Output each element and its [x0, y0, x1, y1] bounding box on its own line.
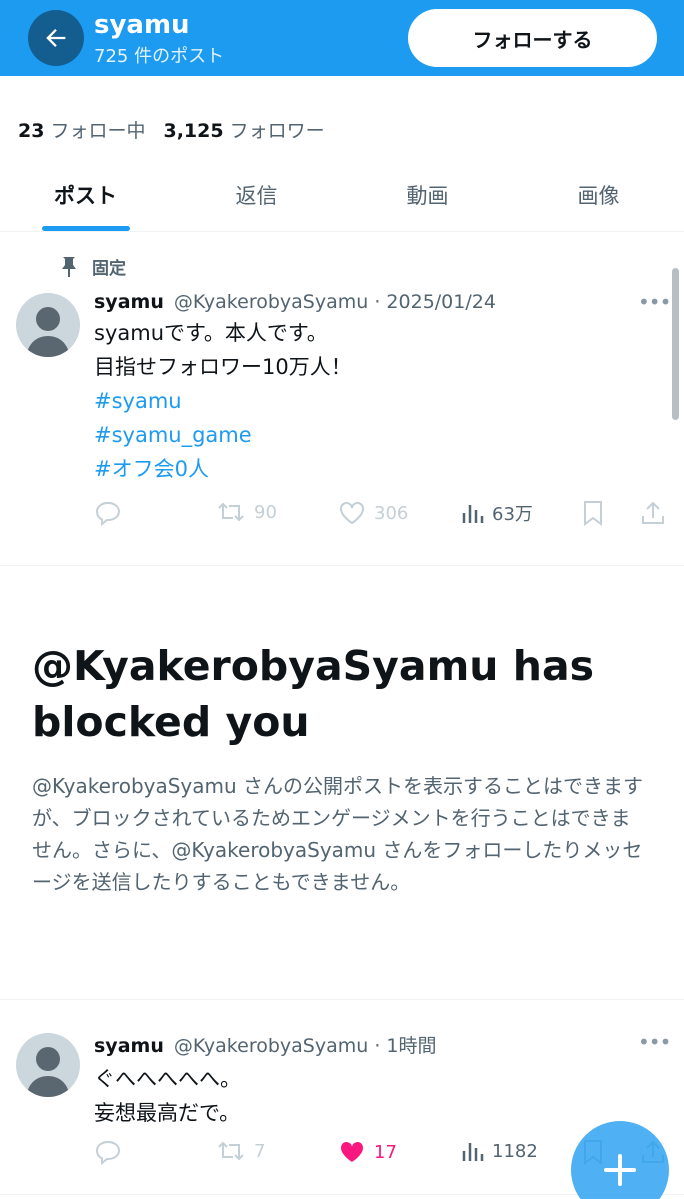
tab-label: ポスト — [54, 183, 117, 208]
repost-button[interactable]: 7 — [216, 1139, 265, 1163]
profile-tabs: ポスト 返信 動画 画像 — [0, 158, 684, 232]
reply-icon — [95, 1140, 121, 1165]
repost-icon — [218, 502, 244, 522]
post-line: ぐへへへへへ。 — [94, 1067, 241, 1091]
post-text: ぐへへへへへ。 妄想最高だで。 — [94, 1062, 241, 1130]
bookmark-button[interactable] — [582, 500, 604, 526]
tab-posts[interactable]: ポスト — [0, 158, 171, 231]
avatar[interactable] — [16, 1033, 80, 1097]
header-name: syamu — [94, 10, 190, 40]
hashtag-link[interactable]: #syamu_game — [94, 418, 352, 452]
like-count: 306 — [374, 502, 409, 524]
back-arrow-icon — [46, 29, 66, 47]
followers-link[interactable]: 3,125 フォロワー — [163, 116, 324, 143]
calendar-icon — [19, 76, 37, 92]
blocked-title: @KyakerobyaSyamu has blocked you — [32, 642, 595, 746]
repost-icon — [218, 1141, 244, 1161]
reply-button[interactable] — [94, 500, 122, 526]
tab-label: 返信 — [235, 183, 278, 208]
default-avatar-icon — [26, 307, 70, 357]
share-button[interactable] — [640, 500, 666, 526]
author-name[interactable]: syamu — [94, 1035, 164, 1057]
repost-count: 90 — [254, 501, 277, 523]
back-button[interactable] — [28, 10, 84, 66]
pin-icon — [62, 256, 76, 277]
pinned-indicator: 固定 — [60, 254, 126, 279]
views-button[interactable]: 63万 — [460, 500, 533, 526]
views-button[interactable]: 1182 — [460, 1139, 538, 1163]
post-actions: 90 306 63万 — [94, 500, 669, 534]
post-date[interactable]: · 2025/01/24 — [374, 291, 496, 313]
author-name[interactable]: syamu — [94, 291, 164, 313]
reply-icon — [95, 501, 121, 526]
pinned-label: 固定 — [92, 259, 126, 279]
followers-count: 3,125 — [163, 120, 224, 142]
like-button[interactable]: 17 — [338, 1139, 397, 1165]
hashtag-link[interactable]: #オフ会0人 — [94, 452, 352, 486]
views-icon — [462, 505, 484, 523]
post-header: syamu @KyakerobyaSyamu · 2025/01/24 — [94, 291, 496, 313]
post-header: syamu @KyakerobyaSyamu · 1時間 — [94, 1031, 437, 1058]
active-tab-indicator — [41, 226, 130, 231]
following-link[interactable]: 23 フォロー中 — [18, 116, 145, 143]
tab-replies[interactable]: 返信 — [171, 158, 342, 231]
header-post-count: 725 件のポスト — [94, 46, 225, 67]
tab-videos[interactable]: 動画 — [342, 158, 513, 231]
views-icon — [462, 1143, 484, 1161]
divider — [0, 999, 684, 1000]
post-time[interactable]: · 1時間 — [374, 1035, 436, 1057]
author-handle[interactable]: @KyakerobyaSyamu — [174, 1035, 368, 1057]
reply-button[interactable] — [94, 1139, 122, 1165]
compose-plus-icon — [604, 1154, 636, 1186]
repost-button[interactable]: 90 — [216, 500, 277, 524]
following-count: 23 — [18, 120, 45, 142]
scrollbar[interactable] — [672, 268, 679, 420]
like-icon — [340, 1141, 364, 1162]
post-line: 妄想最高だで。 — [94, 1101, 241, 1125]
tab-images[interactable]: 画像 — [513, 158, 684, 231]
post-text: syamuです。本人です。 目指せフォロワー10万人！ #syamu #syam… — [94, 316, 352, 486]
top-bar: syamu 725 件のポスト フォローする — [0, 0, 684, 76]
avatar[interactable] — [16, 293, 80, 357]
repost-count: 7 — [254, 1140, 266, 1162]
following-label: フォロー中 — [50, 120, 146, 142]
post-line: syamuです。本人です。 — [94, 321, 328, 345]
view-count: 1182 — [492, 1140, 538, 1162]
divider — [0, 565, 684, 566]
like-button[interactable]: 306 — [338, 500, 408, 526]
share-icon — [642, 501, 664, 524]
more-icon[interactable]: ••• — [638, 1030, 671, 1054]
default-avatar-icon — [26, 1047, 70, 1097]
view-count: 63万 — [492, 504, 533, 525]
compose-button[interactable] — [571, 1121, 669, 1199]
blocked-description: @KyakerobyaSyamu さんの公開ポストを表示することはできますが、ブ… — [32, 774, 644, 894]
follow-button[interactable]: フォローする — [408, 9, 657, 67]
author-handle[interactable]: @KyakerobyaSyamu — [174, 291, 368, 313]
followers-label: フォロワー — [229, 120, 325, 142]
post-line: 目指せフォロワー10万人！ — [94, 355, 352, 379]
like-count: 17 — [374, 1141, 397, 1163]
bookmark-icon — [584, 501, 602, 526]
tab-label: 画像 — [577, 183, 620, 208]
hashtag-link[interactable]: #syamu — [94, 384, 352, 418]
more-icon[interactable]: ••• — [638, 290, 671, 314]
like-icon — [340, 502, 364, 525]
tab-label: 動画 — [406, 183, 449, 208]
follow-stats: 23 フォロー中 3,125 フォロワー — [18, 116, 325, 143]
